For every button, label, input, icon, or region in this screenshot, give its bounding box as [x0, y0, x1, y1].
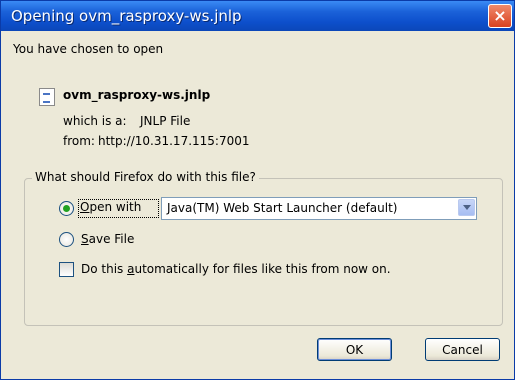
application-select-value: Java(TM) Web Start Launcher (default) [167, 201, 398, 215]
title-bar[interactable]: Opening ovm_rasproxy-ws.jnlp × [1, 1, 514, 31]
jnlp-file-icon [39, 88, 55, 106]
auto-action-label[interactable]: Do this automatically for files like thi… [81, 262, 391, 276]
file-name: ovm_rasproxy-ws.jnlp [63, 88, 211, 102]
cancel-button[interactable]: Cancel [425, 338, 500, 361]
auto-action-checkbox[interactable] [59, 262, 74, 277]
save-file-label[interactable]: Save File [81, 232, 134, 246]
dialog-window: Opening ovm_rasproxy-ws.jnlp × You have … [0, 0, 515, 380]
file-type-label: which is a: [63, 114, 127, 128]
open-with-label-text: pen with [89, 200, 142, 214]
auto-action-text-before: Do this [81, 262, 128, 276]
open-with-label[interactable]: Open with [80, 200, 141, 214]
file-source-value: http://10.31.17.115:7001 [98, 134, 250, 148]
close-icon: × [493, 6, 507, 25]
auto-action-text-after: utomatically for files like this from no… [134, 262, 391, 276]
save-file-label-text: ave File [88, 232, 135, 246]
application-select[interactable]: Java(TM) Web Start Launcher (default) [161, 197, 477, 220]
action-group-legend: What should Firefox do with this file? [32, 170, 259, 184]
file-source-label: from: [63, 134, 95, 148]
close-button[interactable]: × [488, 4, 512, 28]
open-with-radio[interactable] [59, 201, 74, 216]
save-file-radio[interactable] [59, 232, 74, 247]
file-type-value: JNLP File [140, 114, 191, 128]
window-title: Opening ovm_rasproxy-ws.jnlp [11, 7, 242, 25]
chevron-down-icon[interactable] [458, 199, 475, 216]
ok-button[interactable]: OK [317, 338, 392, 361]
save-file-mnemonic: S [81, 232, 89, 246]
intro-text: You have chosen to open [13, 42, 164, 56]
